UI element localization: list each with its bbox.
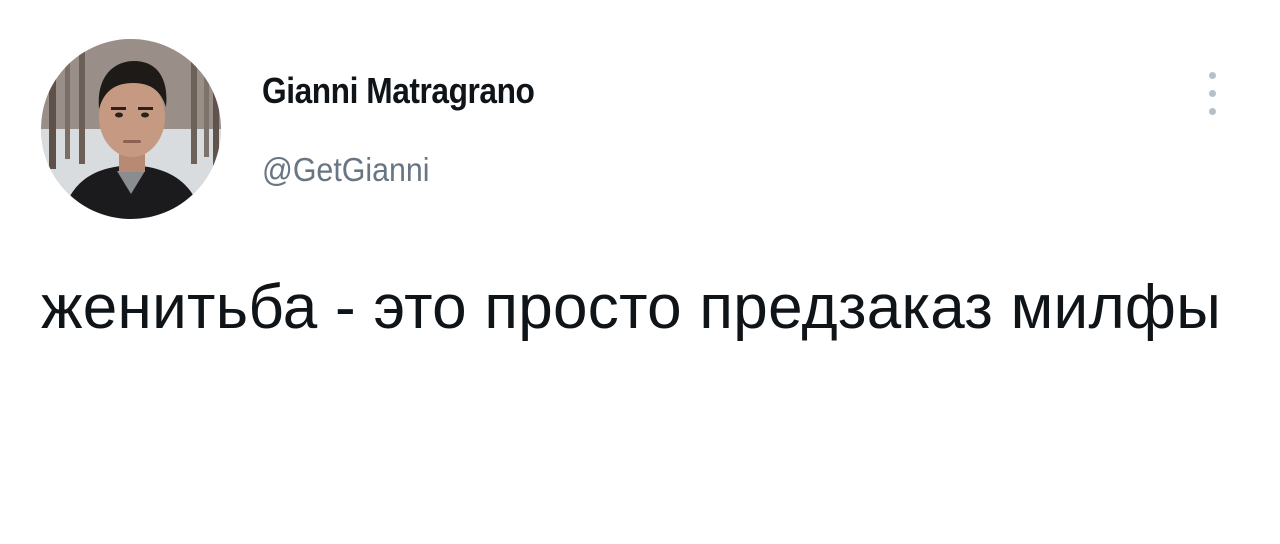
tweet-card: Gianni Matragrano @GetGianni женитьба - … <box>0 0 1280 544</box>
avatar-photo <box>41 39 221 219</box>
tweet-text: женитьба - это просто предзаказ милфы <box>41 273 1222 342</box>
more-options-button[interactable] <box>1198 64 1226 124</box>
more-vertical-icon <box>1209 72 1216 79</box>
avatar[interactable] <box>41 39 221 219</box>
author-display-name[interactable]: Gianni Matragrano <box>262 70 535 112</box>
more-vertical-icon-dot <box>1209 108 1216 115</box>
author-handle[interactable]: @GetGianni <box>262 151 430 189</box>
more-vertical-icon-dot <box>1209 90 1216 97</box>
